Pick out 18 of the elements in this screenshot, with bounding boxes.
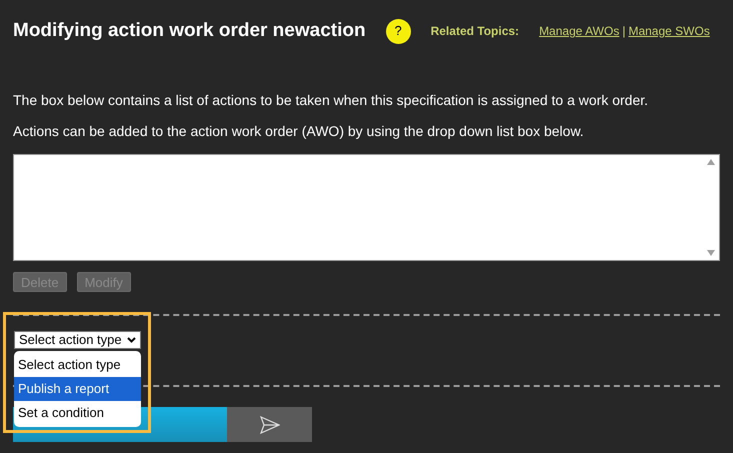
dropdown-option[interactable]: Set a condition <box>14 401 141 425</box>
scroll-up-icon[interactable] <box>707 159 715 165</box>
scroll-down-icon[interactable] <box>707 250 715 256</box>
topic-link[interactable]: Manage AWOs <box>539 22 620 40</box>
dropdown-option[interactable]: Publish a report <box>14 377 141 401</box>
dropdown-option[interactable]: Select action type <box>14 353 141 377</box>
description-text: Actions can be added to the action work order (AWO) by using the drop down list box below. <box>13 122 585 141</box>
page-title: Modifying action work order newaction <box>13 18 366 43</box>
related-topics-label: Related Topics: <box>430 23 520 40</box>
action-type-select[interactable]: Select action type <box>14 331 141 349</box>
actions-list-box[interactable] <box>13 154 720 261</box>
send-button[interactable] <box>227 407 312 442</box>
send-icon <box>260 416 280 434</box>
help-button[interactable]: ? <box>386 18 411 44</box>
link-separator: | <box>622 23 626 40</box>
caret-icon <box>127 337 136 343</box>
topic-link[interactable]: Manage SWOs <box>628 22 710 40</box>
description-text: The box below contains a list of actions to be taken when this specification is assigned to a work order. <box>13 91 650 110</box>
